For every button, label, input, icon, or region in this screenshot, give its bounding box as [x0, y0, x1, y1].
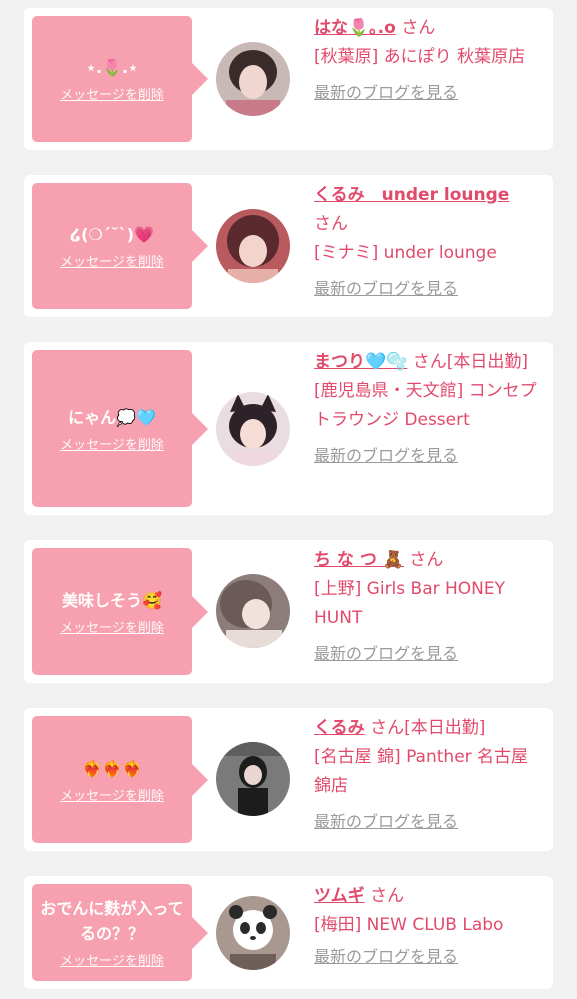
message-text: にゃん💭🩵 — [68, 407, 156, 427]
shop-name: [鹿児島県・天文館] コンセプトラウンジ Dessert — [314, 381, 537, 430]
latest-blog-link[interactable]: 最新のブログを見る — [314, 639, 545, 668]
avatar[interactable] — [216, 209, 290, 283]
member-info: まつり🩵🫧 さん[本日出勤] [鹿児島県・天文館] コンセプトラウンジ Dess… — [314, 348, 545, 470]
delete-message-link[interactable]: メッセージを削除 — [60, 251, 164, 270]
delete-message-link[interactable]: メッセージを削除 — [60, 785, 164, 804]
list-item: おでんに麩が入ってるの？？ メッセージを削除 ツムギ さん [梅田] NEW C… — [24, 876, 553, 989]
avatar-image — [216, 896, 290, 970]
member-name-link[interactable]: くるみ under lounge — [314, 185, 509, 205]
avatar-image — [216, 574, 290, 648]
avatar[interactable] — [216, 896, 290, 970]
shop-name: [名古屋 錦] Panther 名古屋錦店 — [314, 747, 529, 796]
avatar-image — [216, 742, 290, 816]
delete-message-link[interactable]: メッセージを削除 — [60, 434, 164, 453]
member-info: くるみ under lounge さん [ミナミ] under lounge 最… — [314, 181, 545, 303]
member-name-link[interactable]: ツムギ — [314, 886, 365, 906]
latest-blog-link[interactable]: 最新のブログを見る — [314, 274, 545, 303]
honorific: さん[本日出勤] — [412, 352, 529, 372]
shop-name: [秋葉原] あにぽり 秋葉原店 — [314, 47, 526, 67]
avatar[interactable] — [216, 742, 290, 816]
message-text: おでんに麩が入ってるの？？ — [40, 899, 184, 943]
message-bubble: にゃん💭🩵 メッセージを削除 — [32, 350, 208, 507]
list-item: 美味しそう🥰 メッセージを削除 ち な つ 🧸 さん [上野] Girls Ba… — [24, 540, 553, 683]
message-bubble: ❤️‍🔥❤️‍🔥❤️‍🔥 メッセージを削除 — [32, 716, 208, 843]
member-name-link[interactable]: ち な つ 🧸 — [314, 550, 404, 570]
list-item: ❤️‍🔥❤️‍🔥❤️‍🔥 メッセージを削除 くるみ さん[本日出勤] [名古屋 … — [24, 708, 553, 851]
message-text: ໒(❍ˊ˘ˋ)💗 — [70, 225, 154, 244]
message-bubble: ⋆.🌷.⋆ メッセージを削除 — [32, 16, 208, 142]
shop-name: [ミナミ] under lounge — [314, 243, 497, 263]
member-info: ツムギ さん [梅田] NEW CLUB Labo 最新のブログを見る — [314, 882, 545, 971]
honorific: さん[本日出勤] — [370, 718, 486, 738]
latest-blog-link[interactable]: 最新のブログを見る — [314, 441, 545, 470]
honorific: さん — [370, 886, 405, 906]
member-name-link[interactable]: はな🌷｡.o — [314, 18, 396, 38]
message-text: ❤️‍🔥❤️‍🔥❤️‍🔥 — [82, 758, 142, 778]
member-name-link[interactable]: まつり🩵🫧 — [314, 352, 407, 372]
honorific: さん — [401, 18, 436, 38]
message-bubble: 美味しそう🥰 メッセージを削除 — [32, 548, 208, 675]
shop-name: [上野] Girls Bar HONEY HUNT — [314, 579, 506, 628]
avatar-image — [216, 392, 290, 466]
latest-blog-link[interactable]: 最新のブログを見る — [314, 807, 545, 836]
latest-blog-link[interactable]: 最新のブログを見る — [314, 942, 545, 971]
member-info: はな🌷｡.o さん [秋葉原] あにぽり 秋葉原店 最新のブログを見る — [314, 14, 545, 107]
message-bubble: ໒(❍ˊ˘ˋ)💗 メッセージを削除 — [32, 183, 208, 309]
member-info: くるみ さん[本日出勤] [名古屋 錦] Panther 名古屋錦店 最新のブロ… — [314, 714, 545, 836]
list-item: ⋆.🌷.⋆ メッセージを削除 はな🌷｡.o さん [秋葉原] あにぽり 秋葉原店… — [24, 8, 553, 150]
honorific: さん — [314, 214, 348, 234]
member-name-link[interactable]: くるみ — [314, 718, 365, 738]
message-bubble: おでんに麩が入ってるの？？ メッセージを削除 — [32, 884, 208, 981]
avatar-image — [216, 209, 290, 283]
avatar[interactable] — [216, 392, 290, 466]
latest-blog-link[interactable]: 最新のブログを見る — [314, 78, 545, 107]
honorific: さん — [409, 550, 444, 570]
delete-message-link[interactable]: メッセージを削除 — [60, 950, 164, 969]
delete-message-link[interactable]: メッセージを削除 — [60, 617, 164, 636]
shop-name: [梅田] NEW CLUB Labo — [314, 915, 504, 935]
list-item: にゃん💭🩵 メッセージを削除 まつり🩵🫧 さん[本日出勤] [鹿児島県・天文館]… — [24, 342, 553, 515]
delete-message-link[interactable]: メッセージを削除 — [60, 84, 164, 103]
member-info: ち な つ 🧸 さん [上野] Girls Bar HONEY HUNT 最新の… — [314, 546, 545, 668]
message-text: ⋆.🌷.⋆ — [85, 58, 139, 77]
avatar-image — [216, 42, 290, 116]
list-item: ໒(❍ˊ˘ˋ)💗 メッセージを削除 くるみ under lounge さん [ミ… — [24, 175, 553, 317]
message-text: 美味しそう🥰 — [62, 590, 162, 610]
avatar[interactable] — [216, 574, 290, 648]
avatar[interactable] — [216, 42, 290, 116]
